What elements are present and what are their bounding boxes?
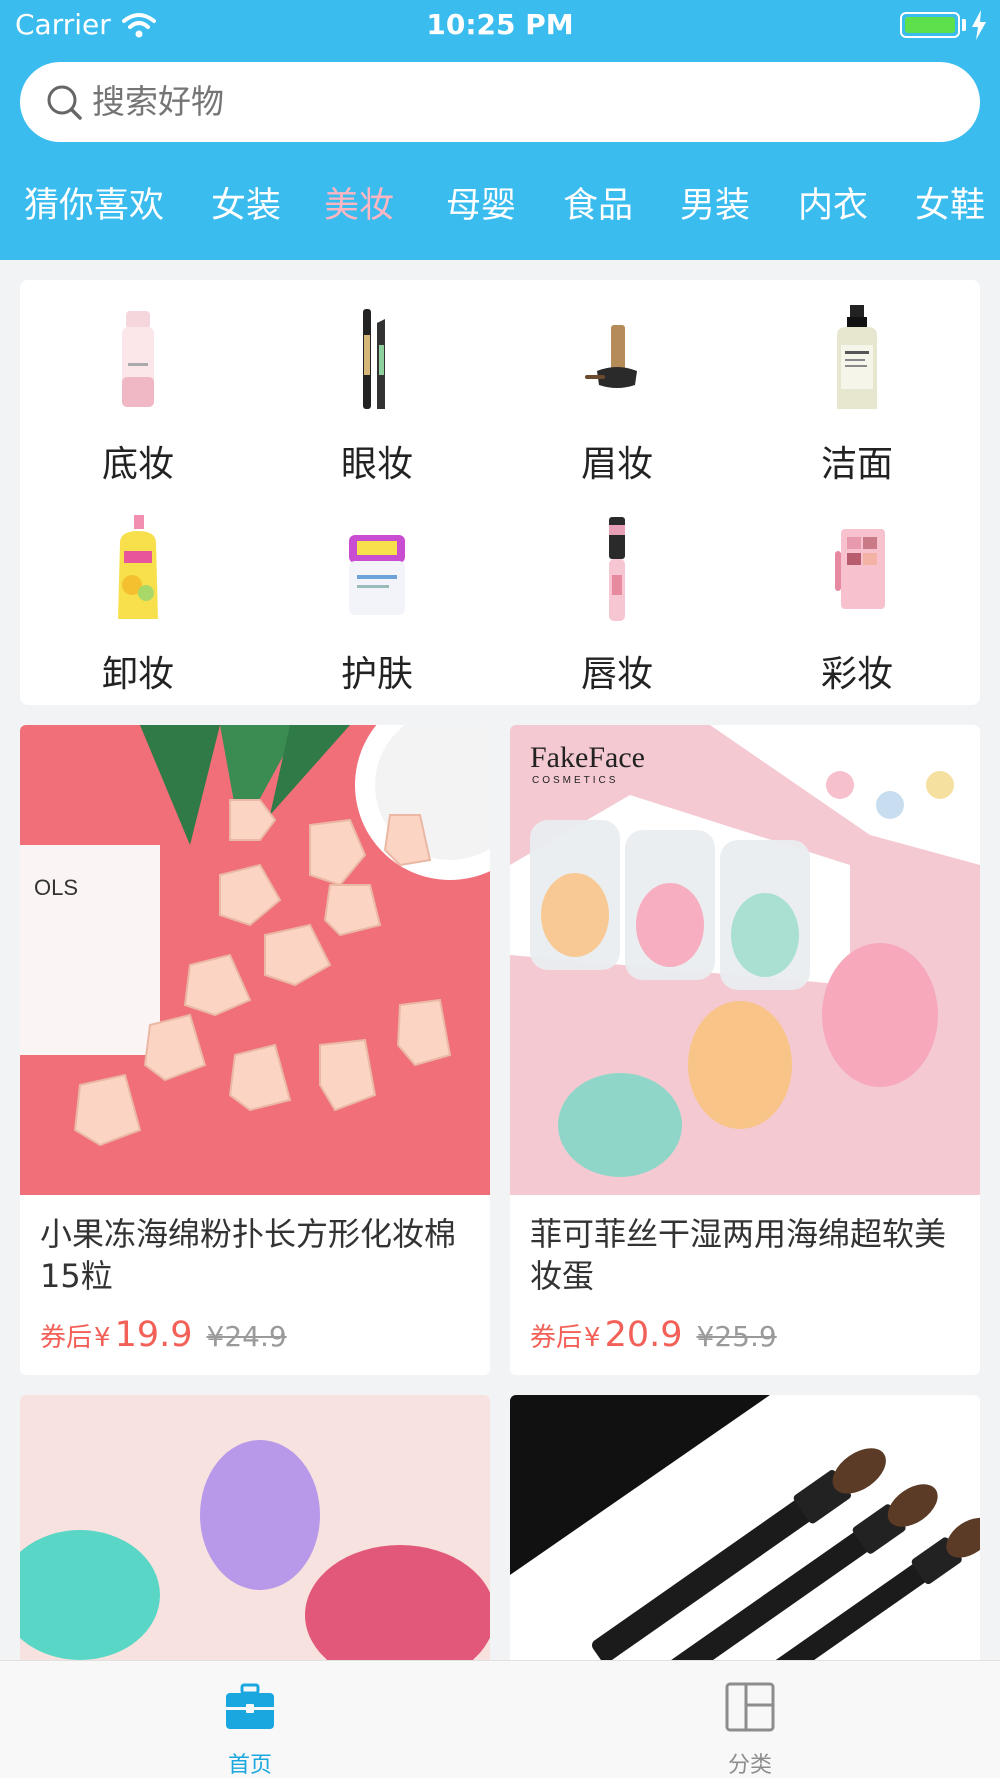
- product-title: 菲可菲丝干湿两用海绵超软美妆蛋: [530, 1215, 947, 1295]
- category-tabs: 猜你喜欢 女装 美妆 母婴 食品 男装 内衣 女鞋: [0, 176, 1000, 236]
- category-brow[interactable]: 眉妆: [517, 295, 717, 485]
- briefcase-icon: [226, 1683, 274, 1729]
- price-row: 券后¥ 20.9 ¥25.9: [530, 1315, 970, 1359]
- tabbar-home[interactable]: 首页: [150, 1661, 350, 1778]
- eyeshadow-palette-icon: [835, 529, 885, 609]
- search-bar[interactable]: [20, 62, 980, 142]
- subcategory-grid: 底妆 眼妆 眉妆 洁面 卸妆 护肤 唇妆 彩妆: [20, 280, 980, 705]
- brand-logo-sub: COSMETICS: [532, 775, 618, 786]
- product-title: 小果冻海绵粉扑长方形化妆棉15粒: [40, 1215, 457, 1295]
- tab-mens-clothing[interactable]: 男装: [680, 176, 750, 236]
- makeup-remover-bottle-icon: [118, 515, 158, 619]
- category-label: 彩妆: [820, 654, 893, 695]
- status-time: 10:25 PM: [426, 8, 574, 41]
- header: Carrier 10:25 PM 猜你喜欢 女装 美妆 母婴: [0, 0, 1000, 260]
- battery-cap: [962, 19, 966, 31]
- charging-bolt-icon: [972, 10, 986, 40]
- tab-beauty[interactable]: 美妆: [324, 176, 394, 236]
- category-cleanser[interactable]: 洁面: [757, 295, 957, 485]
- category-label: 洁面: [820, 444, 893, 485]
- category-lip[interactable]: 唇妆: [517, 505, 717, 695]
- foundation-bottle-icon: [122, 311, 154, 407]
- bottom-tab-bar: 首页 分类: [0, 1660, 1000, 1778]
- product-card[interactable]: OLS 小果冻海绵粉扑长方形化妆棉15粒 券后¥ 19.9 ¥24.9: [20, 725, 490, 1375]
- status-bar: Carrier 10:25 PM: [0, 0, 1000, 52]
- product-card[interactable]: [510, 1395, 980, 1695]
- category-label: 眉妆: [580, 444, 653, 485]
- product-image: [20, 1395, 490, 1695]
- category-foundation[interactable]: 底妆: [38, 295, 238, 485]
- tab-food[interactable]: 食品: [563, 176, 633, 236]
- tab-underwear[interactable]: 内衣: [798, 176, 868, 236]
- tab-mother-baby[interactable]: 母婴: [446, 176, 516, 236]
- tab-womens-clothing[interactable]: 女装: [211, 176, 281, 236]
- product-image: OLS: [20, 725, 490, 1195]
- product-image: [510, 1395, 980, 1695]
- category-makeup-remover[interactable]: 卸妆: [38, 505, 238, 695]
- product-card[interactable]: [20, 1395, 490, 1695]
- jar-label-text: OLS: [34, 875, 78, 900]
- category-label: 卸妆: [101, 654, 174, 695]
- skincare-jar-icon: [349, 535, 405, 615]
- category-label: 护肤: [340, 654, 413, 695]
- coupon-label: 券后: [40, 1323, 93, 1353]
- search-input[interactable]: [92, 62, 952, 142]
- coupon-label: 券后: [530, 1323, 583, 1353]
- eyeliner-icon: [363, 309, 385, 409]
- category-label: 底妆: [101, 444, 174, 485]
- brand-logo-text: FakeFace: [530, 741, 645, 774]
- brow-mascara-icon: [585, 325, 637, 388]
- coupon-price: 20.9: [604, 1315, 683, 1355]
- lip-gloss-icon: [609, 517, 625, 621]
- category-skincare[interactable]: 护肤: [277, 505, 477, 695]
- tab-womens-shoes[interactable]: 女鞋: [915, 176, 985, 236]
- category-grid-icon: [725, 1682, 775, 1732]
- search-icon: [47, 85, 82, 120]
- category-eye-makeup[interactable]: 眼妆: [277, 295, 477, 485]
- currency-symbol: ¥: [584, 1323, 601, 1353]
- app-page: Carrier 10:25 PM 猜你喜欢 女装 美妆 母婴: [0, 0, 1000, 1778]
- original-price: ¥25.9: [696, 1320, 777, 1353]
- category-color-makeup[interactable]: 彩妆: [757, 505, 957, 695]
- category-label: 唇妆: [580, 654, 653, 695]
- battery-icon: [900, 12, 960, 38]
- product-card[interactable]: FakeFace COSMETICS 菲可菲丝干湿两用海绵超软美妆蛋 券后¥ 20…: [510, 725, 980, 1375]
- tabbar-category[interactable]: 分类: [650, 1661, 850, 1778]
- category-label: 眼妆: [340, 444, 413, 485]
- product-image: FakeFace COSMETICS: [510, 725, 980, 1195]
- cleanser-bottle-icon: [837, 305, 877, 409]
- tabbar-label: 分类: [727, 1753, 772, 1778]
- price-row: 券后¥ 19.9 ¥24.9: [40, 1315, 480, 1359]
- currency-symbol: ¥: [94, 1323, 111, 1353]
- tab-guess-you-like[interactable]: 猜你喜欢: [24, 176, 164, 236]
- tabbar-label: 首页: [227, 1753, 272, 1778]
- original-price: ¥24.9: [206, 1320, 287, 1353]
- coupon-price: 19.9: [114, 1315, 193, 1355]
